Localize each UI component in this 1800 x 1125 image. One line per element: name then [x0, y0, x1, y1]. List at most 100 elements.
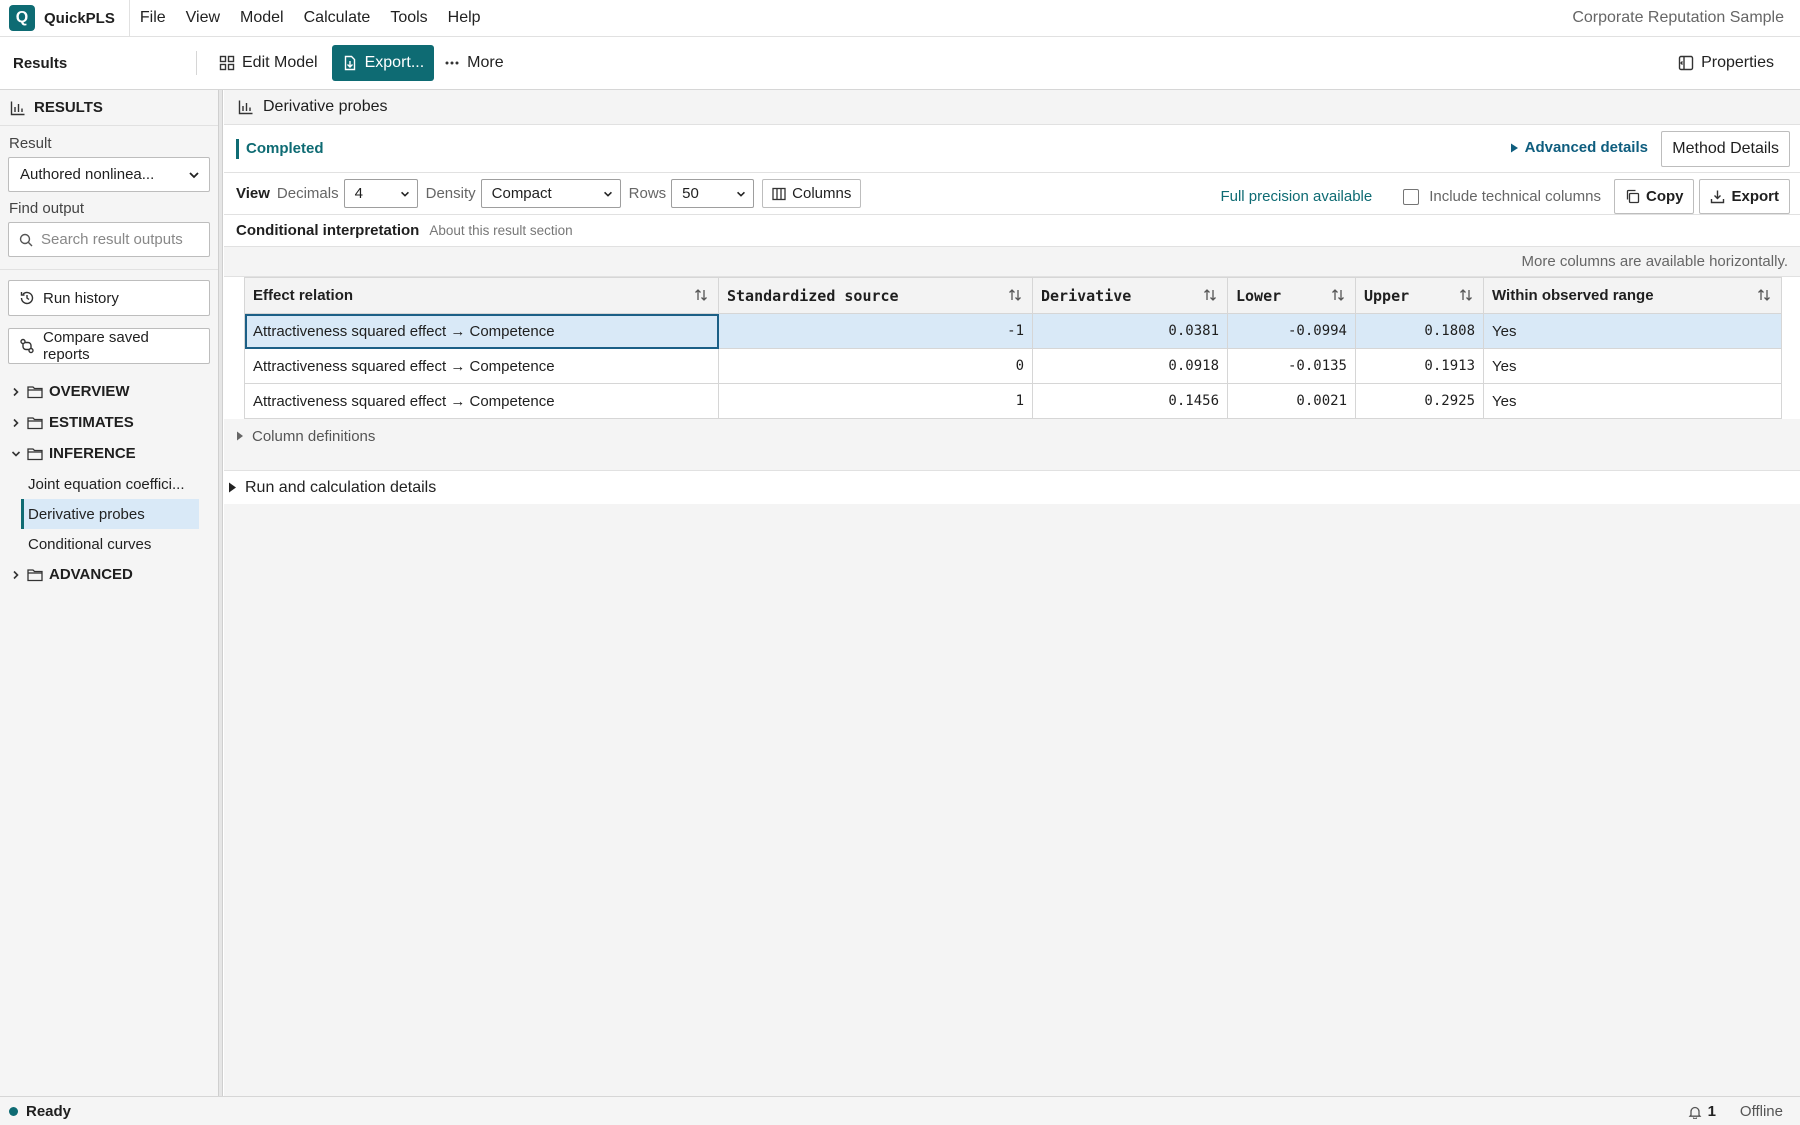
result-panel: Completed Advanced details Method Detail…: [224, 125, 1800, 247]
column-header-lower[interactable]: Lower: [1227, 277, 1356, 314]
sort-icon[interactable]: [1008, 288, 1022, 302]
section-header: Conditional interpretation About this re…: [224, 215, 1800, 247]
technical-columns-label: Include technical columns: [1429, 188, 1601, 205]
status-badge: Completed: [236, 138, 324, 159]
compare-reports-button[interactable]: Compare saved reports: [8, 328, 210, 364]
table-row[interactable]: Attractiveness squared effect → Competen…: [244, 383, 1782, 419]
table-cell[interactable]: Yes: [1483, 348, 1782, 384]
run-details-toggle[interactable]: Run and calculation details: [224, 470, 1800, 504]
menu-file[interactable]: File: [130, 9, 176, 27]
header-label: Effect relation: [253, 287, 354, 304]
sort-icon[interactable]: [1331, 288, 1345, 302]
table-cell[interactable]: 0.2925: [1355, 383, 1484, 419]
bell-icon[interactable]: [1688, 1105, 1702, 1119]
tree-group-estimates[interactable]: ESTIMATES: [0, 407, 218, 438]
column-header-derivative[interactable]: Derivative: [1032, 277, 1228, 314]
edit-model-label: Edit Model: [242, 54, 318, 71]
technical-columns-checkbox[interactable]: [1403, 188, 1420, 205]
table-cell[interactable]: Yes: [1483, 383, 1782, 419]
tree-group-label: INFERENCE: [49, 445, 136, 462]
find-output-label: Find output: [9, 200, 85, 217]
tree-item-conditional-curves[interactable]: Conditional curves: [0, 529, 199, 559]
edit-model-button[interactable]: Edit Model: [209, 45, 328, 81]
table-cell[interactable]: 0.1913: [1355, 348, 1484, 384]
ready-status: Ready: [26, 1102, 72, 1120]
table-cell[interactable]: 0.1808: [1355, 313, 1484, 349]
caret-right-icon: [236, 431, 244, 441]
run-history-button[interactable]: Run history: [8, 280, 210, 316]
table-cell[interactable]: Attractiveness squared effect → Competen…: [244, 383, 719, 419]
tree-group-label: ESTIMATES: [49, 414, 134, 431]
properties-button[interactable]: Properties: [1668, 45, 1784, 81]
column-header-upper[interactable]: Upper: [1355, 277, 1484, 314]
more-button[interactable]: More: [434, 45, 513, 81]
table-cell[interactable]: 0.0918: [1032, 348, 1228, 384]
chevron-down-icon: [735, 188, 747, 200]
column-header-within-observed-range[interactable]: Within observed range: [1483, 277, 1782, 314]
section-about-link[interactable]: About this result section: [429, 223, 572, 238]
rows-select[interactable]: 50: [671, 179, 755, 208]
copy-button[interactable]: Copy: [1613, 179, 1695, 214]
menu-calculate[interactable]: Calculate: [294, 9, 381, 27]
tree-group-advanced[interactable]: ADVANCED: [0, 559, 218, 590]
menu-tools[interactable]: Tools: [380, 9, 437, 27]
decimals-select[interactable]: 4: [343, 179, 418, 208]
table-cell[interactable]: Yes: [1483, 313, 1782, 349]
view-label: View: [236, 185, 270, 202]
sidebar-header: RESULTS: [0, 90, 218, 126]
search-input[interactable]: Search result outputs: [8, 222, 210, 257]
table-cell[interactable]: 1: [718, 383, 1033, 419]
table-cell[interactable]: 0: [718, 348, 1033, 384]
density-label: Density: [425, 185, 476, 202]
sort-icon[interactable]: [1757, 288, 1771, 302]
tree-group-inference[interactable]: INFERENCE: [0, 438, 218, 469]
sidebar-resize-handle[interactable]: [219, 90, 223, 1096]
table-cell[interactable]: 0.0021: [1227, 383, 1356, 419]
toolbar-title: Results: [13, 54, 68, 72]
tree-item-derivative-probes[interactable]: Derivative probes: [21, 499, 199, 529]
caret-right-icon: [228, 482, 237, 493]
result-label: Result: [9, 135, 52, 152]
notification-count[interactable]: 1: [1708, 1103, 1716, 1120]
bar-chart-icon: [238, 99, 254, 115]
folder-open-icon: [27, 447, 43, 461]
run-history-label: Run history: [43, 289, 119, 307]
sort-icon[interactable]: [1203, 288, 1217, 302]
connection-status: Offline: [1739, 1103, 1783, 1120]
sort-icon[interactable]: [694, 288, 708, 302]
columns-button[interactable]: Columns: [762, 179, 862, 208]
table-cell[interactable]: -0.0135: [1227, 348, 1356, 384]
menu-view[interactable]: View: [176, 9, 230, 27]
advanced-details-toggle[interactable]: Advanced details: [1510, 139, 1648, 156]
folder-icon: [27, 416, 43, 430]
table-cell[interactable]: -1: [718, 313, 1033, 349]
table-cell[interactable]: Attractiveness squared effect → Competen…: [244, 313, 719, 349]
table-row[interactable]: Attractiveness squared effect → Competen…: [244, 348, 1782, 384]
table-cell[interactable]: -0.0994: [1227, 313, 1356, 349]
column-header-standardized-source[interactable]: Standardized source: [718, 277, 1033, 314]
table-export-button[interactable]: Export: [1699, 179, 1790, 214]
table-cell[interactable]: Attractiveness squared effect → Competen…: [244, 348, 719, 384]
density-select[interactable]: Compact: [480, 179, 621, 208]
menu-model[interactable]: Model: [230, 9, 294, 27]
method-details-button[interactable]: Method Details: [1661, 131, 1790, 167]
result-select[interactable]: Authored nonlinea...: [8, 157, 210, 192]
toolbar: Results Edit Model Export... More Proper…: [0, 37, 1800, 90]
more-label: More: [467, 54, 504, 71]
section-title: Conditional interpretation: [236, 222, 420, 239]
export-button[interactable]: Export...: [331, 45, 435, 81]
table-cell[interactable]: 0.1456: [1032, 383, 1228, 419]
column-definitions-toggle[interactable]: Column definitions: [224, 419, 1800, 453]
column-header-effect-relation[interactable]: Effect relation: [244, 277, 719, 314]
results-table: Effect relation Standardized source Deri…: [244, 277, 1782, 419]
export-file-icon: [342, 55, 358, 71]
export-label: Export...: [364, 54, 425, 71]
tree-item-joint-equation[interactable]: Joint equation coeffici...: [0, 469, 199, 499]
sidebar-divider: [0, 269, 218, 270]
menu-help[interactable]: Help: [438, 9, 491, 27]
table-row[interactable]: Attractiveness squared effect → Competen…: [244, 313, 1782, 349]
table-cell[interactable]: 0.0381: [1032, 313, 1228, 349]
table-header-row: Effect relation Standardized source Deri…: [244, 277, 1782, 314]
sort-icon[interactable]: [1459, 288, 1473, 302]
tree-group-overview[interactable]: OVERVIEW: [0, 376, 218, 407]
